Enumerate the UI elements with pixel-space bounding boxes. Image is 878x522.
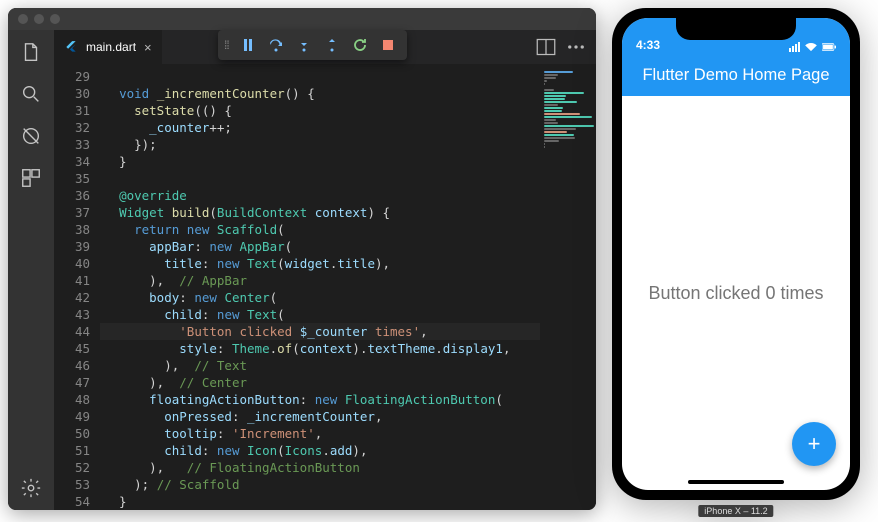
- phone-screen: 4:33 Flutter Demo Home Page Button click…: [622, 18, 850, 490]
- explorer-icon[interactable]: [19, 40, 43, 64]
- more-actions-icon[interactable]: [566, 37, 586, 57]
- search-icon[interactable]: [19, 82, 43, 106]
- close-window-button[interactable]: [18, 14, 28, 24]
- debug-icon[interactable]: [19, 124, 43, 148]
- close-icon[interactable]: ×: [144, 40, 152, 55]
- debug-toolbar: ⁞⁞: [218, 30, 407, 60]
- minimize-window-button[interactable]: [34, 14, 44, 24]
- signal-icon: [789, 42, 800, 52]
- home-indicator[interactable]: [688, 480, 784, 484]
- battery-icon: [822, 42, 836, 52]
- step-over-button[interactable]: [263, 32, 289, 58]
- pause-button[interactable]: [235, 32, 261, 58]
- extensions-icon[interactable]: [19, 166, 43, 190]
- code-content[interactable]: void _incrementCounter() { setState(() {…: [100, 64, 596, 510]
- flutter-icon: [64, 40, 78, 54]
- wifi-icon: [804, 42, 818, 52]
- notch: [676, 18, 796, 40]
- tab-filename: main.dart: [86, 40, 136, 54]
- device-label: iPhone X – 11.2: [698, 505, 773, 517]
- tab-main-dart[interactable]: main.dart ×: [54, 30, 163, 64]
- ios-simulator: 4:33 Flutter Demo Home Page Button click…: [612, 8, 860, 510]
- phone-frame: 4:33 Flutter Demo Home Page Button click…: [612, 8, 860, 500]
- stop-button[interactable]: [375, 32, 401, 58]
- editor-area: main.dart × ⁞⁞: [54, 30, 596, 510]
- tab-bar: main.dart × ⁞⁞: [54, 30, 596, 64]
- counter-text: Button clicked 0 times: [648, 283, 823, 304]
- status-time: 4:33: [636, 38, 660, 52]
- floating-action-button[interactable]: +: [792, 422, 836, 466]
- plus-icon: +: [808, 431, 821, 457]
- step-into-button[interactable]: [291, 32, 317, 58]
- gear-icon[interactable]: [19, 476, 43, 500]
- app-bar-title: Flutter Demo Home Page: [642, 66, 829, 85]
- split-editor-icon[interactable]: [536, 37, 556, 57]
- restart-button[interactable]: [347, 32, 373, 58]
- step-out-button[interactable]: [319, 32, 345, 58]
- app-bar: Flutter Demo Home Page: [622, 54, 850, 96]
- vscode-window: main.dart × ⁞⁞: [8, 8, 596, 510]
- minimap[interactable]: [540, 64, 596, 510]
- macos-titlebar: [8, 8, 596, 30]
- code-editor[interactable]: 2930313233343536373839404142434445464748…: [54, 64, 596, 510]
- drag-handle-icon[interactable]: ⁞⁞: [224, 38, 233, 52]
- activity-bar: [8, 30, 54, 510]
- line-number-gutter: 2930313233343536373839404142434445464748…: [54, 64, 100, 510]
- zoom-window-button[interactable]: [50, 14, 60, 24]
